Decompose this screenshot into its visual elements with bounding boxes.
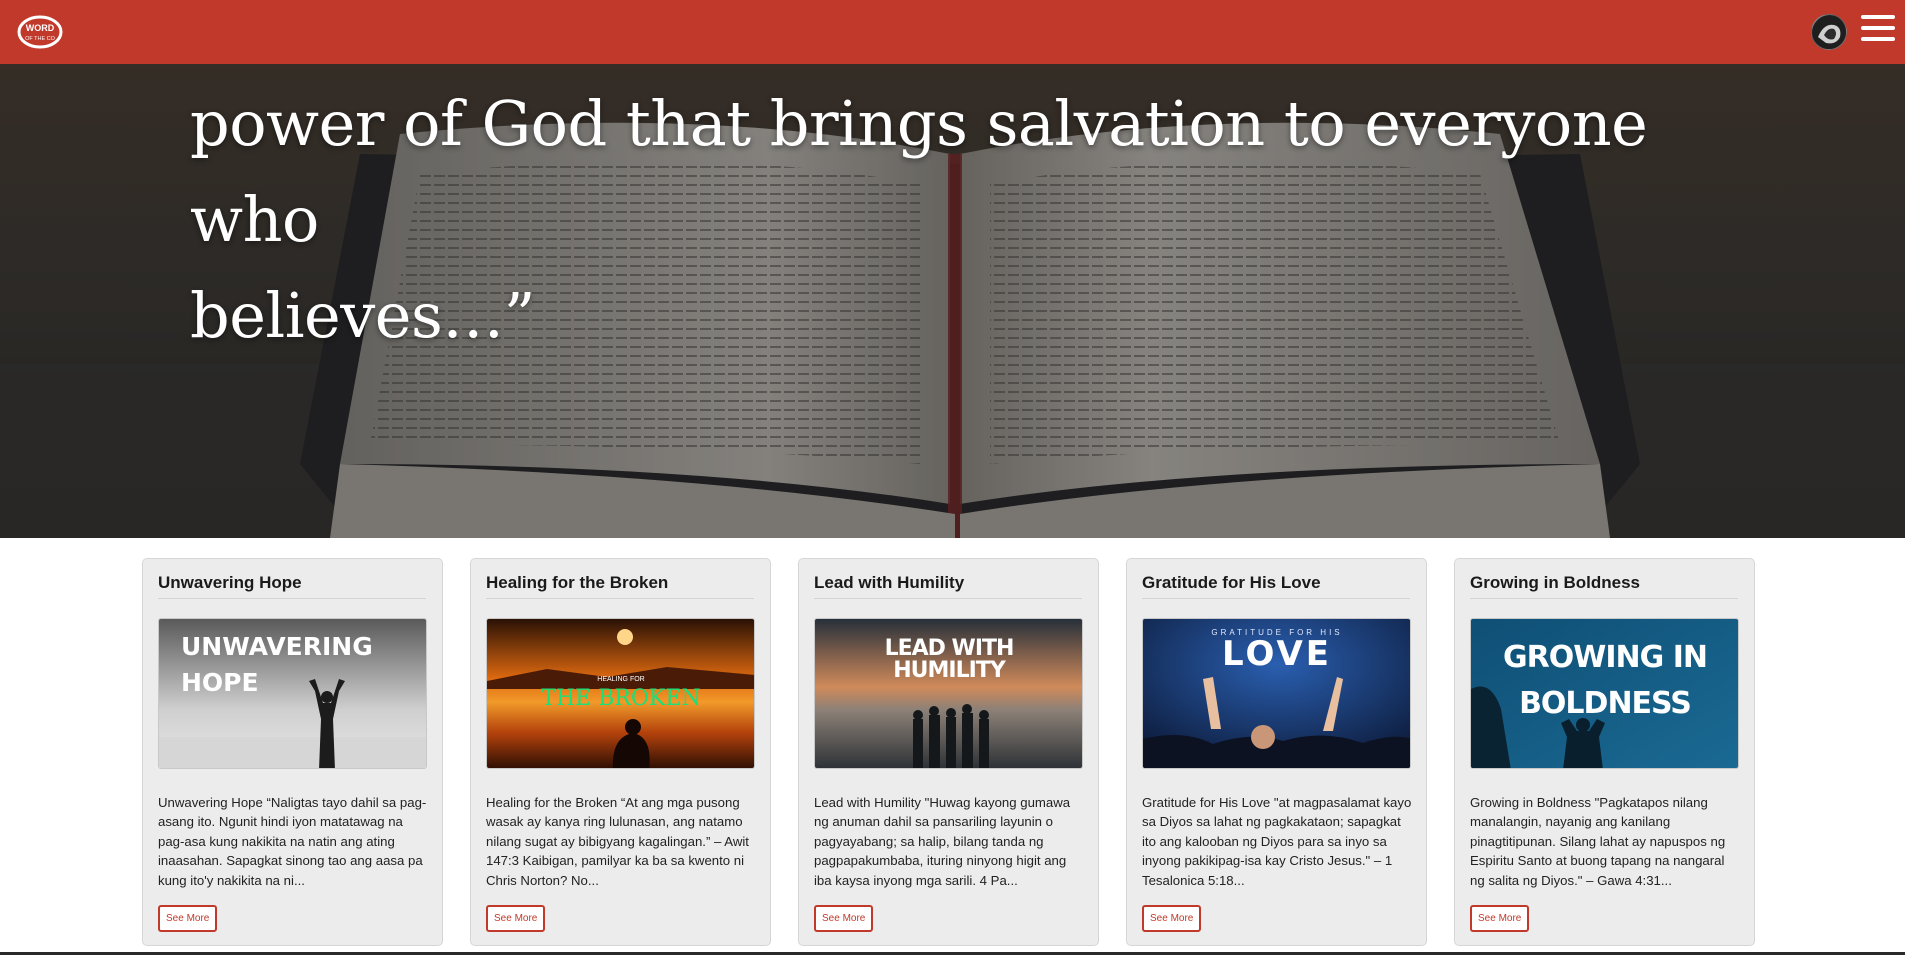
card-title[interactable]: Gratitude for His Love: [1142, 573, 1410, 599]
hero-quote-line-2: believes…”: [190, 279, 535, 352]
card-image-text-2: HOPE: [181, 668, 259, 697]
see-more-button[interactable]: See More: [486, 905, 546, 932]
hero-quote: power of God that brings salvation to ev…: [190, 76, 1750, 364]
user-avatar[interactable]: [1811, 14, 1847, 50]
card-image[interactable]: HEALING FOR THE BROKEN: [486, 618, 755, 769]
card-lead-with-humility: Lead with Humility LEAD WITH HUMILITY Le…: [798, 558, 1099, 946]
see-more-button[interactable]: See More: [1142, 905, 1202, 932]
hero-banner: power of God that brings salvation to ev…: [0, 64, 1905, 538]
card-image-text-2: LOVE: [1222, 634, 1332, 674]
card-image-text-2: BOLDNESS: [1519, 686, 1691, 721]
logo-text-sub: OF THE CO: [25, 36, 56, 42]
top-navbar: WORD OF THE CO: [0, 0, 1905, 64]
card-image-text-1: GROWING IN: [1503, 640, 1707, 675]
card-title[interactable]: Growing in Boldness: [1470, 573, 1738, 599]
logo-text-word: WORD: [26, 23, 55, 33]
card-excerpt: Lead with Humility "Huwag kayong gumawa …: [814, 795, 1071, 888]
see-more-button[interactable]: See More: [158, 905, 218, 932]
devotional-cards: Unwavering Hope UNWAVERING HOPE Unwaveri…: [142, 558, 1756, 948]
card-growing-in-boldness: Growing in Boldness GROWING IN BOLDNESS …: [1454, 558, 1755, 946]
card-image-text-1: HEALING FOR: [597, 676, 644, 683]
card-excerpt: Growing in Boldness "Pagkatapos nilang m…: [1470, 795, 1726, 888]
card-excerpt: Gratitude for His Love "at magpasalamat …: [1142, 795, 1412, 888]
card-unwavering-hope: Unwavering Hope UNWAVERING HOPE Unwaveri…: [142, 558, 443, 946]
site-logo[interactable]: WORD OF THE CO: [16, 12, 64, 52]
see-more-button[interactable]: See More: [1470, 905, 1530, 932]
card-image-text-2: THE BROKEN: [541, 686, 700, 711]
card-excerpt: Healing for the Broken “At ang mga puson…: [486, 795, 749, 888]
card-image[interactable]: GROWING IN BOLDNESS: [1470, 618, 1739, 769]
hero-quote-line-1: power of God that brings salvation to ev…: [190, 87, 1648, 256]
card-image-text-2: HUMILITY: [893, 658, 1007, 683]
card-healing-for-the-broken: Healing for the Broken HEALING FOR THE B…: [470, 558, 771, 946]
card-gratitude-for-his-love: Gratitude for His Love GRATITUDE FOR HIS…: [1126, 558, 1427, 946]
card-title[interactable]: Healing for the Broken: [486, 573, 754, 599]
card-title[interactable]: Unwavering Hope: [158, 573, 426, 599]
card-image[interactable]: UNWAVERING HOPE: [158, 618, 427, 769]
card-title[interactable]: Lead with Humility: [814, 573, 1082, 599]
card-image[interactable]: GRATITUDE FOR HIS LOVE: [1142, 618, 1411, 769]
hamburger-menu-icon[interactable]: [1861, 15, 1895, 45]
card-image[interactable]: LEAD WITH HUMILITY: [814, 618, 1083, 769]
card-excerpt: Unwavering Hope “Naligtas tayo dahil sa …: [158, 795, 427, 888]
card-image-text-1: UNWAVERING: [181, 632, 373, 661]
see-more-button[interactable]: See More: [814, 905, 874, 932]
